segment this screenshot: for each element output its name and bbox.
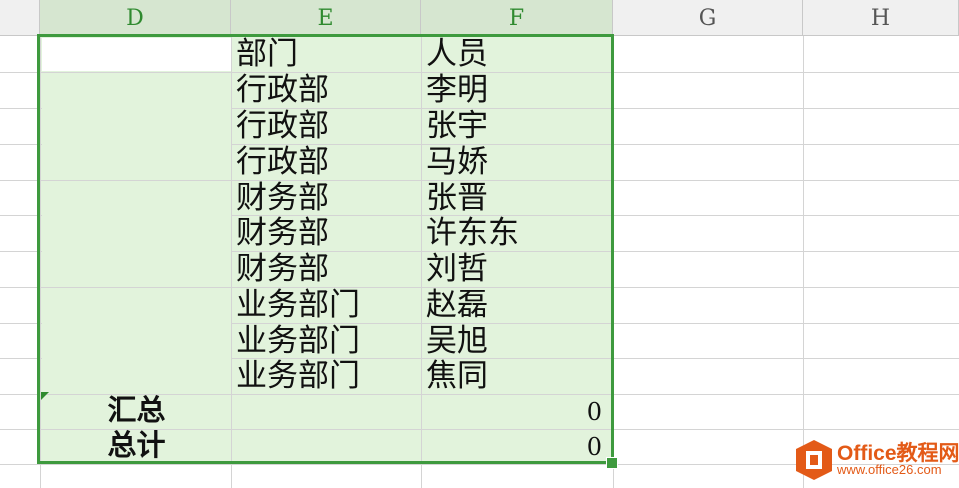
grid-column-line xyxy=(40,36,41,488)
cell-f-person[interactable]: 马娇 xyxy=(426,145,488,180)
cell-e-dept[interactable]: 财务部 xyxy=(236,252,329,287)
grid-column-line xyxy=(421,36,422,488)
cell-d-header-blank[interactable] xyxy=(42,38,231,71)
cell-e-dept[interactable]: 行政部 xyxy=(236,73,329,108)
column-header-f[interactable]: F xyxy=(421,0,613,36)
merged-cell-d-group-3[interactable] xyxy=(42,288,231,392)
cell-f-person[interactable]: 焦同 xyxy=(426,359,488,394)
grand-total-value[interactable]: 0 xyxy=(426,430,606,465)
cell-f-person[interactable]: 张晋 xyxy=(426,181,488,216)
cell-e-dept[interactable]: 业务部门 xyxy=(236,359,360,394)
cell-f-person[interactable]: 李明 xyxy=(426,73,488,108)
cell-f-person[interactable]: 人员 xyxy=(426,37,488,72)
column-header-h[interactable]: H xyxy=(803,0,959,36)
cell-e-dept[interactable]: 行政部 xyxy=(236,145,329,180)
merged-cell-d-group-2[interactable] xyxy=(42,181,231,285)
column-header-g[interactable]: G xyxy=(613,0,803,36)
cell-f-person[interactable]: 赵磊 xyxy=(426,288,488,323)
column-header-d[interactable]: D xyxy=(40,0,231,36)
column-header-row: D E F G H xyxy=(0,0,959,36)
cell-e-dept[interactable]: 业务部门 xyxy=(236,324,360,359)
subtotal-value[interactable]: 0 xyxy=(426,395,606,430)
cell-f-person[interactable]: 吴旭 xyxy=(426,324,488,359)
grand-total-label[interactable]: 总计 xyxy=(42,428,231,463)
column-header-e[interactable]: E xyxy=(231,0,421,36)
watermark-logo: Office教程网 www.office26.com xyxy=(795,437,959,483)
merged-cell-d-group-1[interactable] xyxy=(42,73,231,178)
cell-e-dept[interactable]: 财务部 xyxy=(236,181,329,216)
watermark-url: www.office26.com xyxy=(837,462,942,477)
cell-f-person[interactable]: 张宇 xyxy=(426,109,488,144)
subtotal-label[interactable]: 汇总 xyxy=(42,393,231,428)
grid-column-line xyxy=(803,36,804,488)
grid-column-line xyxy=(231,36,232,488)
grid-column-line xyxy=(613,36,614,488)
fill-handle[interactable] xyxy=(606,457,618,469)
cell-e-dept[interactable]: 行政部 xyxy=(236,109,329,144)
cell-f-person[interactable]: 许东东 xyxy=(426,216,519,251)
cell-e-dept[interactable]: 业务部门 xyxy=(236,288,360,323)
office-logo-icon xyxy=(796,440,832,480)
spreadsheet: D E F G H 部门 人员 行政部 李明 行政部 张宇 行政部 马娇 财务部… xyxy=(0,0,959,488)
cell-e-dept[interactable]: 财务部 xyxy=(236,216,329,251)
column-header-c[interactable] xyxy=(0,0,40,36)
cell-e-dept[interactable]: 部门 xyxy=(236,37,298,72)
cell-f-person[interactable]: 刘哲 xyxy=(426,252,488,287)
